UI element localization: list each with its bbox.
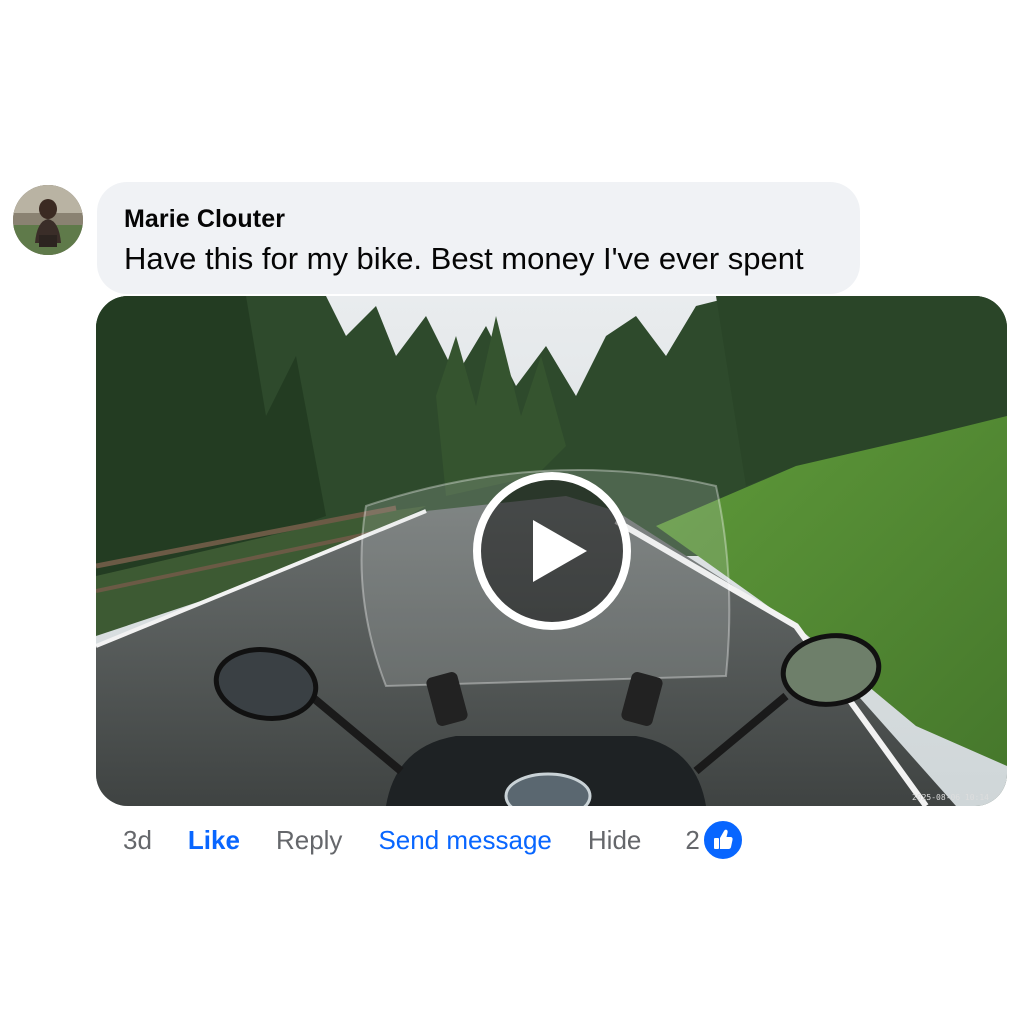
reply-button[interactable]: Reply xyxy=(276,825,342,856)
comment-actions: 3d Like Reply Send message Hide 2 xyxy=(123,819,744,861)
comment: Marie Clouter Have this for my bike. Bes… xyxy=(0,0,1024,1024)
video-player[interactable]: 2025-08-06 10:14 xyxy=(96,296,1007,806)
send-message-button[interactable]: Send message xyxy=(378,825,551,856)
comment-time[interactable]: 3d xyxy=(123,825,152,856)
reaction-count: 2 xyxy=(685,824,700,855)
video-timestamp: 2025-08-06 10:14 xyxy=(911,793,989,802)
comment-text: Have this for my bike. Best money I've e… xyxy=(124,241,804,276)
like-button[interactable]: Like xyxy=(188,825,240,856)
user-avatar-photo xyxy=(13,185,83,255)
hide-button[interactable]: Hide xyxy=(588,825,641,856)
thumbs-up-icon xyxy=(713,829,733,849)
comment-bubble: Marie Clouter Have this for my bike. Bes… xyxy=(97,182,860,294)
avatar[interactable] xyxy=(13,185,83,255)
comment-author[interactable]: Marie Clouter xyxy=(124,204,832,234)
play-button[interactable] xyxy=(473,472,631,630)
reaction-summary[interactable]: 2 xyxy=(685,819,744,861)
like-reaction-badge xyxy=(701,819,744,861)
play-icon xyxy=(533,520,587,582)
